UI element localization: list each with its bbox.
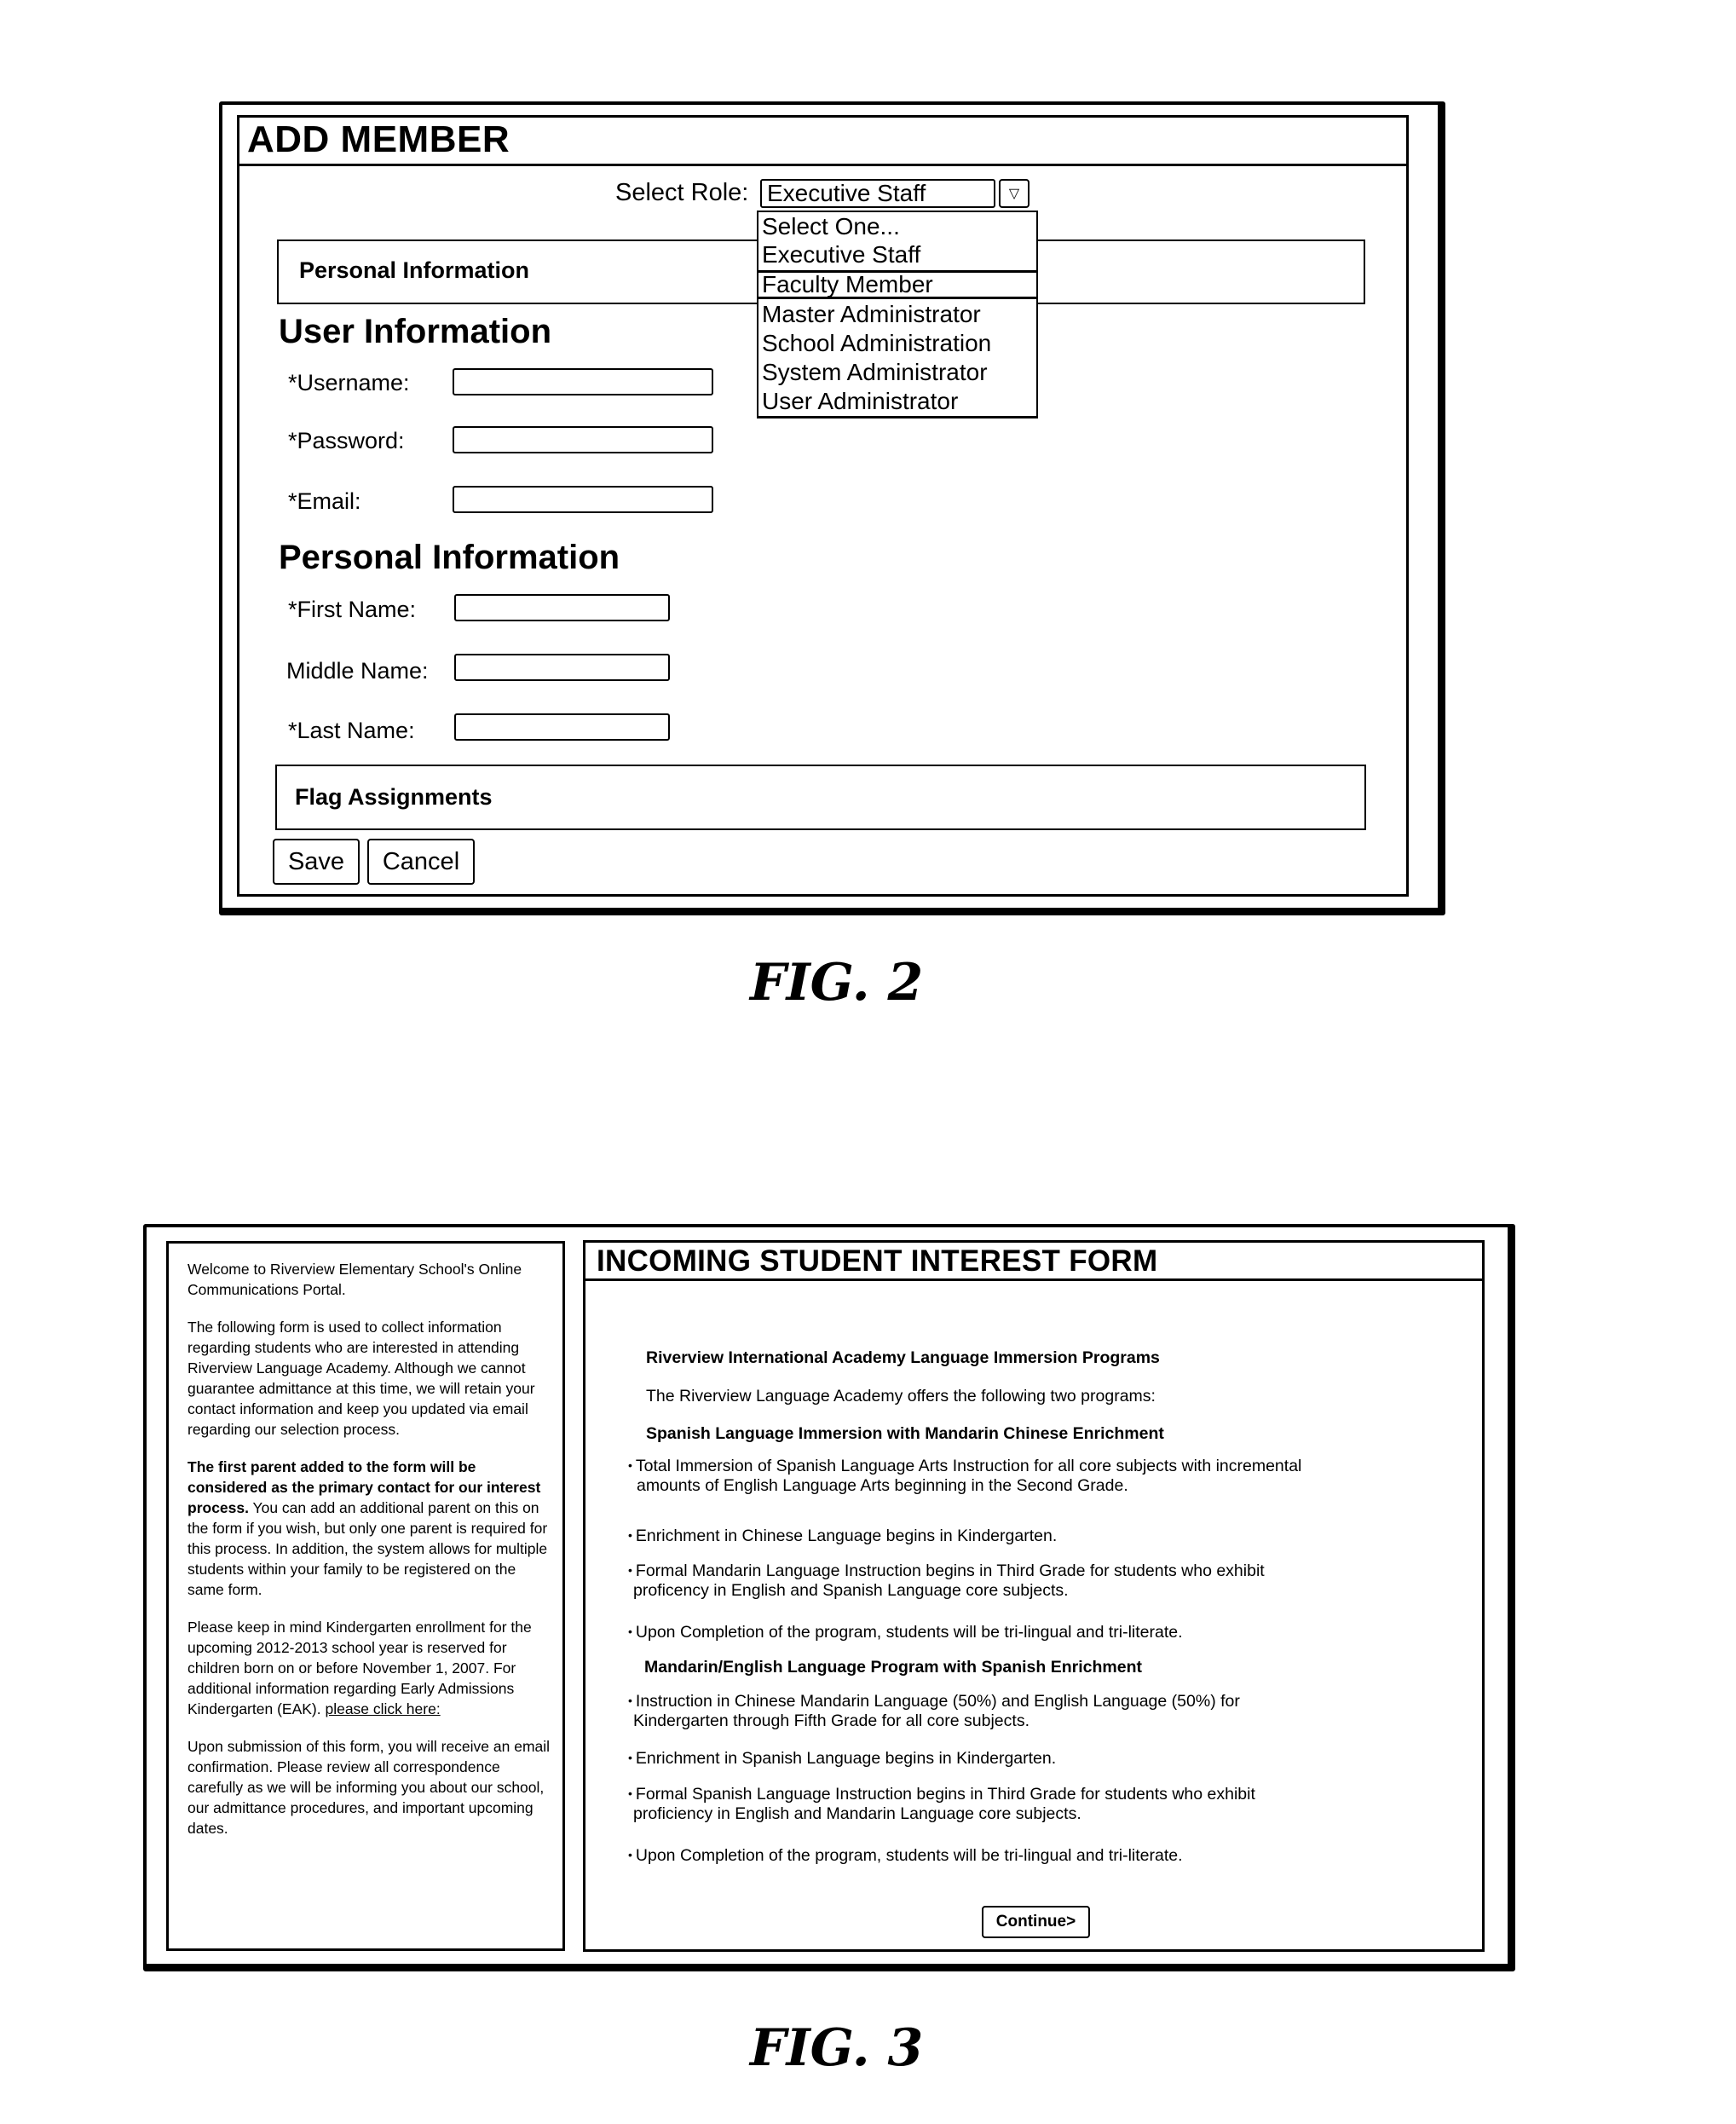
- program-bullet: Enrichment in Spanish Language begins in…: [628, 1747, 1056, 1769]
- program-bullet-cont: Kindergarten through Fifth Grade for all…: [633, 1711, 1029, 1730]
- program-bullet: Total Immersion of Spanish Language Arts…: [628, 1455, 1301, 1476]
- personal-information-heading: Personal Information: [279, 539, 620, 576]
- select-role-label: Select Role:: [615, 179, 749, 206]
- form-description-paragraph: The following form is used to collect in…: [187, 1319, 535, 1438]
- figure-caption: FIG. 3: [750, 2018, 924, 2078]
- cancel-button[interactable]: Cancel: [367, 839, 475, 885]
- program-bullet-cont: proficiency in English and Mandarin Lang…: [633, 1804, 1081, 1823]
- role-select[interactable]: Executive Staff: [760, 179, 995, 208]
- program-bullet: Formal Spanish Language Instruction begi…: [628, 1783, 1255, 1804]
- programs-heading: Riverview International Academy Language…: [646, 1348, 1160, 1367]
- role-option[interactable]: Select One...: [762, 212, 900, 241]
- eak-info-link[interactable]: please click here:: [325, 1700, 440, 1717]
- chevron-down-icon: ▽: [1008, 187, 1020, 201]
- program-bullet: Formal Mandarin Language Instruction beg…: [628, 1560, 1265, 1581]
- primary-contact-paragraph: The first parent added to the form will …: [187, 1457, 554, 1600]
- role-option[interactable]: User Administrator: [762, 387, 958, 416]
- middle-name-input[interactable]: [454, 654, 670, 681]
- page-title: ADD MEMBER: [247, 118, 510, 160]
- program-bullet: Upon Completion of the program, students…: [628, 1621, 1183, 1642]
- program-bullet-cont: amounts of English Language Arts beginni…: [637, 1476, 1128, 1495]
- program-bullet: Instruction in Chinese Mandarin Language…: [628, 1690, 1240, 1711]
- user-information-heading: User Information: [279, 313, 552, 350]
- program-title-spanish-immersion: Spanish Language Immersion with Mandarin…: [646, 1424, 1164, 1443]
- form-title: INCOMING STUDENT INTEREST FORM: [597, 1244, 1158, 1278]
- username-label: *Username:: [288, 370, 410, 395]
- first-name-input[interactable]: [454, 594, 670, 621]
- role-option-highlighted[interactable]: Faculty Member: [757, 270, 1038, 299]
- programs-intro: The Riverview Language Academy offers th…: [646, 1387, 1156, 1405]
- welcome-text: Welcome to Riverview Elementary School's…: [187, 1259, 554, 1856]
- continue-button[interactable]: Continue>: [982, 1906, 1090, 1938]
- role-dropdown-list: Select One... Executive Staff Faculty Me…: [757, 211, 1038, 418]
- submission-paragraph: Upon submission of this form, you will r…: [187, 1738, 551, 1837]
- last-name-label: *Last Name:: [288, 718, 415, 743]
- email-label: *Email:: [288, 488, 361, 514]
- program-title-mandarin-english: Mandarin/English Language Program with S…: [644, 1658, 1142, 1677]
- role-option[interactable]: Executive Staff: [762, 240, 920, 269]
- title-bar-divider: [237, 164, 1409, 166]
- last-name-input[interactable]: [454, 713, 670, 741]
- welcome-paragraph: Welcome to Riverview Elementary School's…: [187, 1261, 522, 1298]
- figure-caption: FIG. 2: [750, 953, 924, 1013]
- program-bullet: Enrichment in Chinese Language begins in…: [628, 1525, 1057, 1546]
- role-option[interactable]: School Administration: [762, 329, 991, 358]
- password-input[interactable]: [453, 426, 713, 453]
- username-input[interactable]: [453, 368, 713, 395]
- flag-assignments-label: Flag Assignments: [295, 784, 493, 810]
- middle-name-label: Middle Name:: [286, 658, 429, 684]
- title-bar-divider: [583, 1278, 1485, 1281]
- email-input[interactable]: [453, 486, 713, 513]
- first-name-label: *First Name:: [288, 597, 417, 622]
- kindergarten-paragraph: Please keep in mind Kindergarten enrollm…: [187, 1617, 554, 1719]
- role-option[interactable]: Master Administrator: [762, 300, 981, 329]
- role-select-value: Executive Staff: [767, 180, 926, 206]
- dropdown-arrow-button[interactable]: ▽: [999, 179, 1029, 208]
- program-bullet: Upon Completion of the program, students…: [628, 1844, 1183, 1866]
- save-button[interactable]: Save: [273, 839, 360, 885]
- program-bullet-cont: proficency in English and Spanish Langua…: [633, 1581, 1069, 1600]
- password-label: *Password:: [288, 428, 405, 453]
- role-option[interactable]: System Administrator: [762, 358, 988, 387]
- personal-information-section-label: Personal Information: [299, 257, 530, 283]
